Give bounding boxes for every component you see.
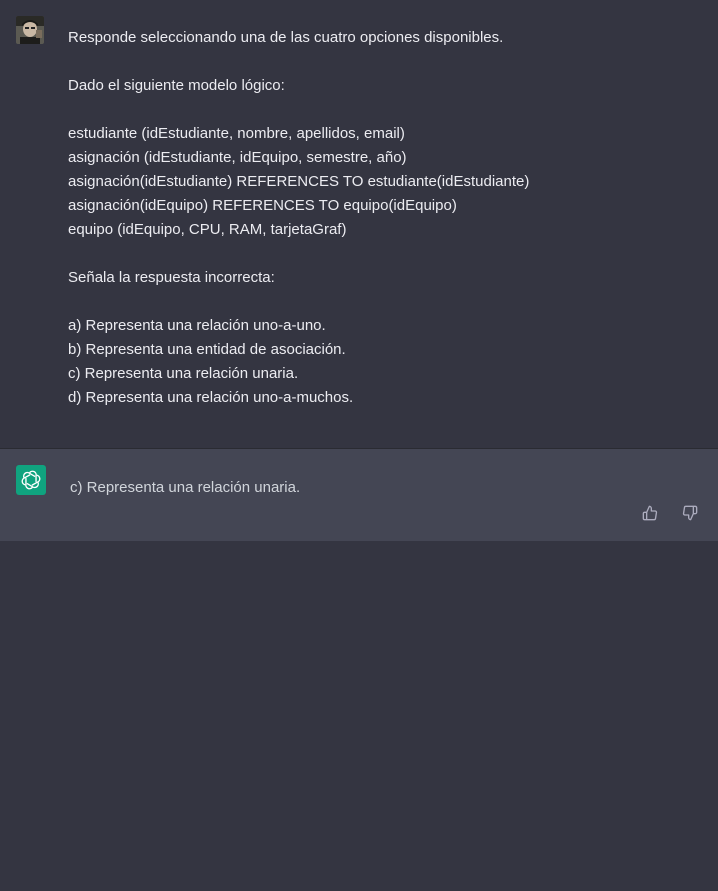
openai-logo-icon [16,465,46,495]
message-line: equipo (idEquipo, CPU, RAM, tarjetaGraf) [68,221,347,238]
message-line: Dado el siguiente modelo lógico: [68,77,285,94]
user-message: Responde seleccionando una de las cuatro… [0,0,718,449]
thumbs-up-icon [642,505,658,521]
message-line: asignación (idEstudiante, idEquipo, seme… [68,149,407,166]
option-a: a) Representa una relación uno-a-uno. [68,317,326,334]
thumbs-up-button[interactable] [640,503,660,523]
message-line: Señala la respuesta incorrecta: [68,269,275,286]
user-message-text: Responde seleccionando una de las cuatro… [68,26,698,410]
thumbs-down-button[interactable] [680,503,700,523]
assistant-message-text: c) Representa una relación unaria. [70,479,301,496]
message-line: estudiante (idEstudiante, nombre, apelli… [68,125,405,142]
chat-page: Responde seleccionando una de las cuatro… [0,0,718,891]
option-d: d) Representa una relación uno-a-muchos. [68,389,354,406]
message-line: asignación(idEstudiante) REFERENCES TO e… [68,173,530,190]
thumbs-down-icon [682,505,698,521]
message-line: asignación(idEquipo) REFERENCES TO equip… [68,197,457,214]
option-b: b) Representa una entidad de asociación. [68,341,346,358]
user-avatar [16,16,44,44]
option-c: c) Representa una relación unaria. [68,365,299,382]
assistant-message: c) Representa una relación unaria. [0,449,718,541]
message-line: Responde seleccionando una de las cuatro… [68,29,504,46]
